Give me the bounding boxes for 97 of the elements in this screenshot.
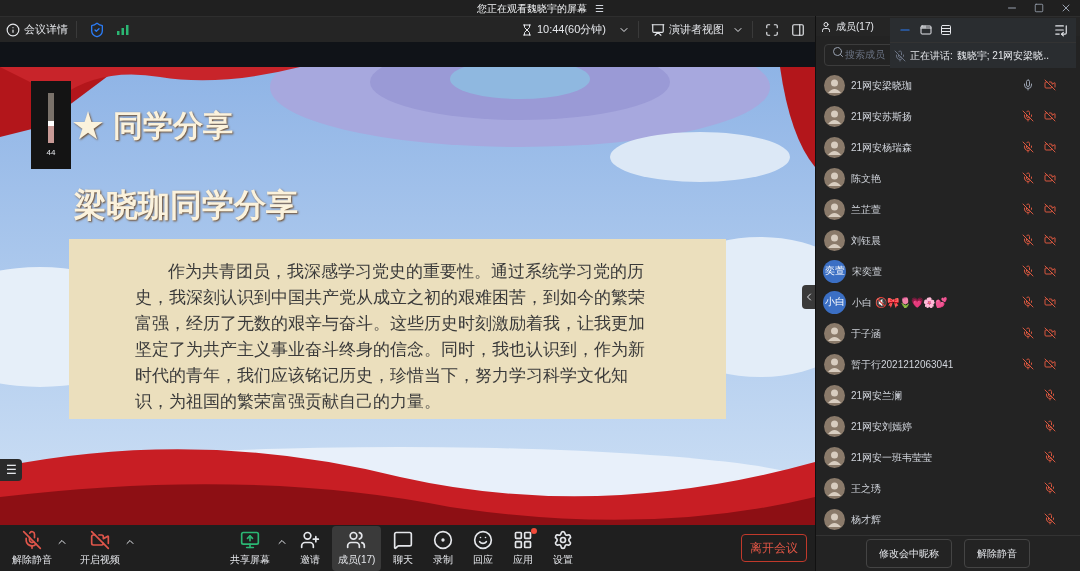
member-name: 21网安梁晓珈 [851, 78, 914, 93]
avatar [824, 167, 845, 189]
member-row[interactable]: 陈文艳 [816, 162, 1080, 194]
speaking-label: 正在讲话: [910, 49, 953, 63]
avatar [824, 229, 845, 251]
slide-heading: ★ 同学分享 [73, 107, 234, 145]
members-tab[interactable]: 成员(17) [820, 19, 874, 35]
member-row[interactable]: 21网安兰澜 [816, 379, 1080, 411]
member-row[interactable]: 奕萱 宋奕萱 [816, 255, 1080, 287]
avatar [824, 74, 845, 96]
avatar [824, 198, 845, 220]
member-name: 杨才辉 [851, 512, 882, 527]
apps-icon [513, 529, 534, 550]
security-shield-icon[interactable] [89, 21, 105, 38]
side-menu-button[interactable]: ☰ [0, 459, 22, 481]
search-icon [832, 46, 844, 59]
unmute-button[interactable]: 解除静音 [8, 529, 56, 567]
info-icon [6, 22, 20, 37]
avatar [824, 322, 845, 344]
side-panel-icon[interactable] [791, 22, 805, 37]
chat-icon [393, 529, 414, 550]
signal-icon [117, 24, 129, 35]
avatar [824, 477, 845, 499]
toolbar-button[interactable]: 设置 [545, 525, 582, 571]
record-icon [433, 529, 454, 550]
view-mode-dropdown[interactable]: 演讲者视图 [651, 21, 753, 38]
member-name: 陈文艳 [851, 171, 882, 186]
member-name: 刘钰晨 [851, 233, 882, 248]
toolbar-button[interactable]: 应用 [505, 525, 542, 571]
timer-dropdown[interactable]: 10:44(60分钟) [520, 21, 639, 38]
fullscreen-icon[interactable] [765, 22, 779, 37]
meeting-details-button[interactable]: 会议详情 [6, 21, 77, 38]
slide-subheading: 梁晓珈同学分享 [74, 185, 298, 226]
rename-button[interactable]: 修改会中昵称 [866, 539, 952, 568]
reaction-icon [473, 529, 494, 550]
member-name: 兰芷萱 [851, 202, 882, 217]
mic-muted-icon [894, 49, 906, 62]
invite-icon [299, 529, 320, 550]
view-menu-icon[interactable]: ☰ [594, 0, 604, 16]
volume-reading: 44 [46, 147, 56, 159]
avatar: 奕萱 [823, 259, 846, 283]
collapse-icon[interactable] [1054, 23, 1068, 37]
avatar: 小白 [823, 290, 846, 314]
member-row[interactable]: 王之琇 [816, 472, 1080, 504]
members-icon [346, 529, 367, 550]
close-icon[interactable] [1060, 2, 1072, 14]
member-row[interactable]: 杨才辉 [816, 503, 1080, 535]
member-row[interactable]: 兰芷萱 [816, 193, 1080, 225]
settings-icon [553, 529, 574, 550]
restore-icon[interactable] [1034, 3, 1044, 13]
member-name: 于子涵 [851, 326, 882, 341]
avatar [824, 508, 845, 530]
avatar [824, 105, 845, 127]
slide-paragraph: 作为共青团员，我深感学习党史的重要性。通过系统学习党的历史，我深刻认识到中国共产党从成立之初的艰难困苦，到如今的繁荣富强，经历了无数的艰辛与奋斗。这些历史时刻激励着我，让我更加坚定了为共产主义事业奋斗终身的信念。同时，我也认识到，作为新时代的青年，我们应该铭记历史，珍惜当下，努力学习科学文化知识，为祖国的繁荣富强贡献自己的力量。 [135, 261, 646, 413]
avatar [824, 415, 845, 437]
member-name: 王之琇 [851, 481, 882, 496]
member-name: 21网安兰澜 [851, 388, 904, 403]
member-name: 暂于行2021212063041 [851, 357, 955, 372]
toolbar-button[interactable]: 邀请 [291, 525, 328, 571]
presenter-view-icon [651, 22, 665, 37]
camera-off-icon [90, 529, 110, 550]
mic-muted-icon [22, 529, 42, 550]
window-title: 您正在观看魏晓宇的屏幕 [476, 1, 587, 16]
unmute-button[interactable]: 解除静音 [964, 539, 1030, 568]
member-row[interactable]: 于子涵 [816, 317, 1080, 349]
toolbar-button[interactable]: 成员(17) [331, 525, 382, 571]
member-row[interactable]: 21网安苏斯扬 [816, 100, 1080, 132]
member-name: 宋奕萱 [852, 264, 883, 279]
speaking-names: 魏晓宇; 21网安梁晓.. [956, 49, 1050, 63]
member-name: 21网安刘嫣婷 [851, 419, 914, 434]
toolbar-button[interactable]: 录制 [425, 525, 462, 571]
avatar [824, 353, 845, 375]
toolbar-button[interactable]: 共享屏幕 [223, 525, 276, 571]
collapse-panel-button[interactable] [802, 285, 815, 309]
member-row[interactable]: 21网安杨瑞森 [816, 131, 1080, 163]
avatar [824, 384, 845, 406]
member-row[interactable]: 暂于行2021212063041 [816, 348, 1080, 380]
hourglass-icon [520, 23, 533, 36]
member-name: 21网安苏斯扬 [851, 109, 914, 124]
toolbar-button[interactable]: 回应 [465, 525, 502, 571]
list-view-icon[interactable] [940, 24, 952, 36]
toolbar-button[interactable]: 聊天 [385, 525, 422, 571]
member-name: 21网安一班韦莹莹 [851, 450, 934, 465]
avatar [824, 136, 845, 158]
share-screen-icon [239, 529, 260, 550]
member-row[interactable]: 刘钰晨 [816, 224, 1080, 256]
avatar [824, 446, 845, 468]
window-view-icon[interactable] [920, 24, 932, 36]
member-name: 小白 🔇🎀🌷💗🌸💕 [852, 295, 948, 310]
member-row[interactable]: 21网安一班韦莹莹 [816, 441, 1080, 473]
leave-meeting-button[interactable]: 离开会议 [741, 534, 807, 562]
member-name: 21网安杨瑞森 [851, 140, 914, 155]
member-row[interactable]: 21网安刘嫣婷 [816, 410, 1080, 442]
member-row[interactable]: 小白 小白 🔇🎀🌷💗🌸💕 [816, 286, 1080, 318]
member-row[interactable]: 21网安梁晓珈 [816, 69, 1080, 101]
person-icon [820, 20, 832, 33]
start-video-button[interactable]: 开启视频 [76, 529, 124, 567]
